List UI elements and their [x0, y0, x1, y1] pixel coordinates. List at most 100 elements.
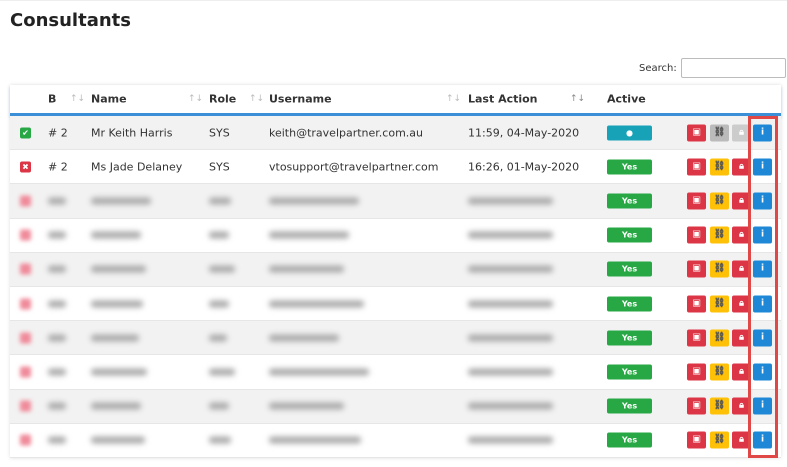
unlink-icon[interactable]: ⛓	[710, 329, 729, 347]
table-row: Yes ▣ ⛓ 🔒︎ i	[10, 184, 781, 219]
table-body: ✔ # 2 Mr Keith Harris SYS keith@travelpartne…	[10, 116, 781, 458]
table-row: Yes ▣ ⛓ 🔒︎ i	[10, 287, 781, 322]
status-icon	[20, 263, 31, 275]
redacted-text	[269, 402, 344, 410]
status-icon	[20, 434, 31, 446]
status-icon	[20, 366, 31, 378]
active-badge[interactable]: Yes	[607, 398, 652, 414]
search-label: Search:	[639, 62, 677, 74]
table-row: Yes ▣ ⛓ 🔒︎ i	[10, 219, 781, 253]
archive-icon[interactable]: ▣	[687, 397, 706, 415]
lock-icon[interactable]: 🔒︎	[732, 226, 751, 244]
lock-icon[interactable]: 🔒︎	[732, 397, 751, 415]
cell-name: Mr Keith Harris	[91, 126, 173, 140]
info-icon[interactable]: i	[753, 226, 772, 244]
archive-icon[interactable]: ▣	[687, 329, 706, 347]
lock-icon[interactable]: 🔒︎	[732, 158, 751, 176]
sort-icon[interactable]: ↑↓	[570, 94, 585, 104]
active-badge[interactable]: Yes	[607, 159, 652, 175]
unlink-icon[interactable]: ⛓	[710, 226, 729, 244]
archive-icon[interactable]: ▣	[687, 363, 706, 381]
unlink-icon[interactable]: ⛓	[710, 124, 729, 142]
redacted-text	[269, 197, 359, 205]
redacted-text	[209, 197, 231, 205]
archive-icon[interactable]: ▣	[687, 192, 706, 210]
lock-icon[interactable]: 🔒︎	[732, 431, 751, 449]
unlink-icon[interactable]: ⛓	[710, 295, 729, 313]
lock-icon[interactable]: 🔒︎	[732, 192, 751, 210]
unlink-icon[interactable]: ⛓	[710, 397, 729, 415]
cell-name: Ms Jade Delaney	[91, 160, 183, 174]
status-icon	[20, 229, 31, 241]
lock-icon[interactable]: 🔒︎	[732, 260, 751, 278]
redacted-text	[468, 368, 553, 376]
info-icon[interactable]: i	[753, 158, 772, 176]
active-badge[interactable]: Yes	[607, 227, 652, 243]
info-icon[interactable]: i	[753, 124, 772, 142]
lock-icon[interactable]: 🔒︎	[732, 329, 751, 347]
redacted-text	[91, 300, 143, 308]
user-icon[interactable]: ●	[607, 125, 652, 141]
active-badge[interactable]: Yes	[607, 193, 652, 209]
col-role[interactable]: Role	[209, 93, 236, 106]
archive-icon[interactable]: ▣	[687, 431, 706, 449]
cross-icon: ✖	[20, 161, 31, 173]
consultants-table: B ↑↓ Name ↑↓ Role ↑↓ Username ↑↓ Last Ac…	[10, 85, 781, 458]
redacted-text	[209, 368, 235, 376]
unlink-icon[interactable]: ⛓	[710, 192, 729, 210]
col-username[interactable]: Username	[269, 93, 332, 106]
redacted-text	[468, 436, 553, 444]
redacted-text	[209, 436, 231, 444]
cell-username: keith@travelpartner.com.au	[269, 126, 424, 140]
info-icon[interactable]: i	[753, 363, 772, 381]
redacted-text	[269, 334, 339, 342]
col-b[interactable]: B	[48, 93, 56, 106]
active-badge[interactable]: Yes	[607, 296, 652, 312]
archive-icon[interactable]: ▣	[687, 158, 706, 176]
archive-icon[interactable]: ▣	[687, 260, 706, 278]
unlink-icon[interactable]: ⛓	[710, 431, 729, 449]
lock-icon[interactable]: 🔒︎	[732, 363, 751, 381]
redacted-text	[91, 334, 139, 342]
info-icon[interactable]: i	[753, 260, 772, 278]
sort-icon[interactable]: ↑↓	[188, 94, 203, 104]
cell-b: # 2	[48, 160, 68, 174]
redacted-text	[468, 334, 553, 342]
info-icon[interactable]: i	[753, 397, 772, 415]
cell-b: # 2	[48, 126, 68, 140]
active-badge[interactable]: Yes	[607, 364, 652, 380]
table-row: Yes ▣ ⛓ 🔒︎ i	[10, 321, 781, 356]
top-divider	[0, 0, 787, 1]
active-badge[interactable]: Yes	[607, 432, 652, 448]
table-row: Yes ▣ ⛓ 🔒︎ i	[10, 355, 781, 390]
col-name[interactable]: Name	[91, 93, 127, 106]
active-badge[interactable]: Yes	[607, 261, 652, 277]
redacted-text	[48, 436, 66, 444]
status-icon	[20, 195, 31, 207]
table-header: B ↑↓ Name ↑↓ Role ↑↓ Username ↑↓ Last Ac…	[10, 85, 781, 116]
unlink-icon[interactable]: ⛓	[710, 260, 729, 278]
lock-icon[interactable]: 🔒︎	[732, 124, 751, 142]
redacted-text	[468, 231, 553, 239]
info-icon[interactable]: i	[753, 192, 772, 210]
search-input[interactable]	[680, 58, 786, 78]
archive-icon[interactable]: ▣	[687, 226, 706, 244]
table-row: Yes ▣ ⛓ 🔒︎ i	[10, 389, 781, 424]
archive-icon[interactable]: ▣	[687, 124, 706, 142]
sort-icon[interactable]: ↑↓	[249, 94, 264, 104]
lock-icon[interactable]: 🔒︎	[732, 295, 751, 313]
archive-icon[interactable]: ▣	[687, 295, 706, 313]
redacted-text	[91, 265, 146, 273]
info-icon[interactable]: i	[753, 329, 772, 347]
col-last-action[interactable]: Last Action	[468, 93, 538, 106]
info-icon[interactable]: i	[753, 295, 772, 313]
active-badge[interactable]: Yes	[607, 330, 652, 346]
sort-icon[interactable]: ↑↓	[70, 94, 85, 104]
unlink-icon[interactable]: ⛓	[710, 158, 729, 176]
info-icon[interactable]: i	[753, 431, 772, 449]
redacted-text	[209, 402, 229, 410]
unlink-icon[interactable]: ⛓	[710, 363, 729, 381]
redacted-text	[91, 197, 151, 205]
sort-icon[interactable]: ↑↓	[446, 94, 461, 104]
status-icon	[20, 400, 31, 412]
